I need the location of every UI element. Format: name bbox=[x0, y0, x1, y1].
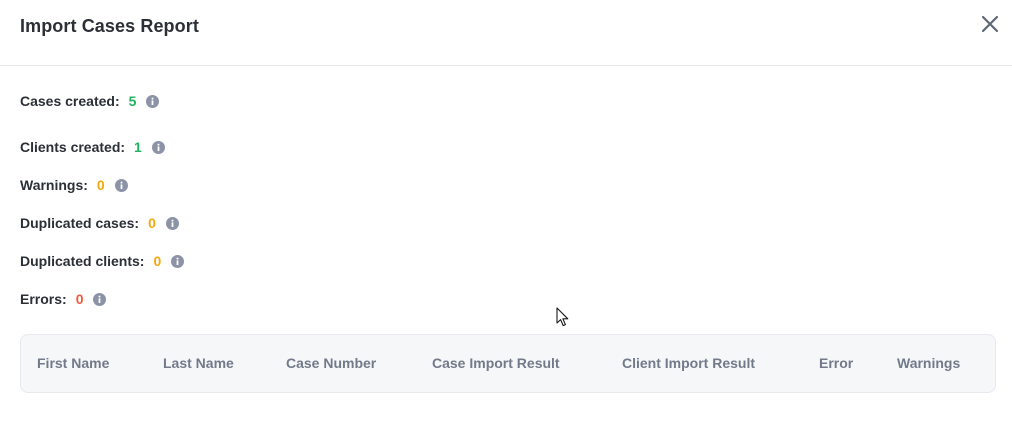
info-icon[interactable] bbox=[93, 292, 107, 306]
stat-value: 0 bbox=[75, 291, 84, 307]
stat-label: Duplicated clients: bbox=[20, 253, 145, 269]
stat-value: 0 bbox=[148, 215, 156, 231]
stat-value: 0 bbox=[153, 253, 162, 269]
close-button[interactable] bbox=[978, 12, 1002, 36]
stat-label: Duplicated cases: bbox=[20, 215, 140, 231]
info-icon[interactable] bbox=[165, 216, 179, 230]
column-header-first-name[interactable]: First Name bbox=[37, 355, 109, 371]
stat-label: Clients created: bbox=[20, 139, 126, 155]
close-icon bbox=[978, 12, 1002, 36]
modal-title: Import Cases Report bbox=[20, 16, 199, 36]
column-header-case-import-result[interactable]: Case Import Result bbox=[432, 355, 560, 371]
stat-label: Cases created: bbox=[20, 93, 120, 109]
stat-value: 1 bbox=[134, 139, 142, 155]
stat-cases-created: Cases created: 5 bbox=[20, 91, 160, 111]
stat-value: 5 bbox=[128, 93, 137, 109]
info-icon[interactable] bbox=[151, 140, 165, 154]
column-header-client-import-result[interactable]: Client Import Result bbox=[622, 355, 755, 371]
stat-duplicated-cases: Duplicated cases: 0 bbox=[20, 213, 179, 233]
stat-label: Warnings: bbox=[20, 177, 88, 193]
import-cases-report-modal: Import Cases Report Cases created: 5 Cli… bbox=[0, 0, 1012, 428]
info-icon[interactable] bbox=[146, 94, 160, 108]
column-header-warnings[interactable]: Warnings bbox=[897, 355, 960, 371]
stat-duplicated-clients: Duplicated clients: 0 bbox=[20, 251, 185, 271]
column-header-case-number[interactable]: Case Number bbox=[286, 355, 376, 371]
mouse-cursor-icon bbox=[556, 307, 570, 327]
stat-errors: Errors: 0 bbox=[20, 289, 107, 309]
modal-header: Import Cases Report bbox=[0, 0, 1012, 66]
column-header-last-name[interactable]: Last Name bbox=[163, 355, 234, 371]
stat-clients-created: Clients created: 1 bbox=[20, 137, 165, 157]
info-icon[interactable] bbox=[114, 178, 128, 192]
stat-label: Errors: bbox=[20, 291, 67, 307]
info-icon[interactable] bbox=[171, 254, 185, 268]
column-header-error[interactable]: Error bbox=[819, 355, 853, 371]
stat-warnings: Warnings: 0 bbox=[20, 175, 128, 195]
stat-value: 0 bbox=[96, 177, 105, 193]
import-results-table: First Name Last Name Case Number Case Im… bbox=[20, 334, 996, 393]
